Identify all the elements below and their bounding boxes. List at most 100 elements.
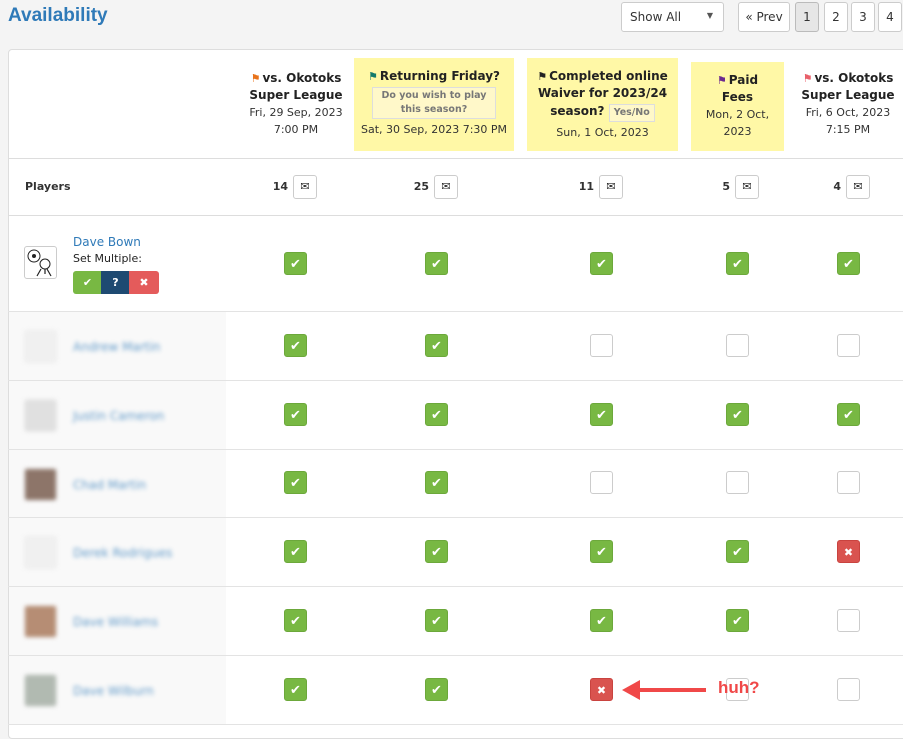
availability-checkbox-empty[interactable] <box>837 333 860 357</box>
event-title-line2: Fees <box>721 90 754 104</box>
avatar <box>24 536 57 569</box>
event-question: Do you wish to play this season? <box>372 87 496 119</box>
check-icon: ✔ <box>431 338 442 354</box>
avatar <box>24 246 57 279</box>
availability-checkbox-yes[interactable]: ✔ <box>425 333 448 357</box>
availability-checkbox-yes[interactable]: ✔ <box>425 252 448 275</box>
avatar <box>24 399 57 432</box>
check-icon: ✔ <box>596 257 607 272</box>
avatar <box>24 330 57 363</box>
player-name-link[interactable]: Justin Cameron <box>73 409 164 423</box>
availability-checkbox-empty[interactable] <box>837 608 860 632</box>
availability-checkbox-yes[interactable]: ✔ <box>726 252 749 275</box>
availability-checkbox-yes[interactable]: ✔ <box>284 402 307 426</box>
player-name-link[interactable]: Dave Wilburn <box>73 684 154 698</box>
player-name-link[interactable]: Chad Martin <box>73 478 146 492</box>
email-button[interactable]: ✉ <box>846 175 870 199</box>
check-icon: ✔ <box>290 257 301 272</box>
event-count: 25 <box>413 180 429 193</box>
availability-checkbox-yes[interactable]: ✔ <box>837 252 860 275</box>
check-icon: ✔ <box>290 613 301 629</box>
page-button-4[interactable]: 4 <box>878 2 902 32</box>
availability-checkbox-yes[interactable]: ✔ <box>425 402 448 426</box>
email-button[interactable]: ✉ <box>599 175 623 199</box>
set-multiple-maybe-button[interactable]: ? <box>101 271 130 294</box>
availability-checkbox-yes[interactable]: ✔ <box>284 539 307 563</box>
availability-checkbox-empty[interactable] <box>590 333 613 357</box>
email-button[interactable]: ✉ <box>293 175 317 199</box>
availability-checkbox-yes[interactable]: ✔ <box>837 402 860 426</box>
event-title: ⚑ Completed online <box>527 68 678 85</box>
filter-selected-value: Show All <box>630 10 682 24</box>
availability-checkbox-no[interactable]: ✖ <box>590 677 613 701</box>
page-button-3[interactable]: 3 <box>851 2 875 32</box>
event-count: 5 <box>722 180 730 193</box>
check-icon: ✔ <box>732 544 743 560</box>
availability-checkbox-yes[interactable]: ✔ <box>284 608 307 632</box>
players-column-header: Players <box>25 180 71 193</box>
close-icon: ✖ <box>843 545 854 559</box>
avatar <box>24 605 57 638</box>
check-icon: ✔ <box>732 407 743 423</box>
flag-icon: ⚑ <box>537 70 548 83</box>
availability-checkbox-empty[interactable] <box>590 471 613 494</box>
event-title-line1: vs. Okotoks <box>262 71 342 85</box>
envelope-icon: ✉ <box>606 180 616 193</box>
event-title-line3: season? Yes/No <box>527 102 678 124</box>
availability-checkbox-empty[interactable] <box>837 677 860 701</box>
availability-checkbox-yes[interactable]: ✔ <box>425 677 448 701</box>
check-icon: ✔ <box>290 544 301 560</box>
player-name-link[interactable]: Derek Rodrigues <box>73 546 172 560</box>
availability-checkbox-yes[interactable]: ✔ <box>284 252 307 275</box>
availability-checkbox-yes[interactable]: ✔ <box>425 539 448 563</box>
check-icon: ✔ <box>290 682 301 698</box>
availability-checkbox-yes[interactable]: ✔ <box>726 608 749 632</box>
flag-icon: ⚑ <box>368 70 378 83</box>
event-count: 4 <box>833 180 841 193</box>
player-name-link[interactable]: Dave Williams <box>73 615 158 629</box>
event-title: ⚑ Returning Friday? <box>354 68 514 85</box>
annotation-arrow <box>638 688 706 692</box>
availability-checkbox-yes[interactable]: ✔ <box>590 539 613 563</box>
availability-checkbox-empty[interactable] <box>726 333 749 357</box>
event-header-3[interactable]: ⚑ Completed online Waiver for 2023/24 seaso… <box>527 58 678 151</box>
flag-icon: ⚑ <box>250 72 261 85</box>
event-time: 2023 <box>723 125 752 138</box>
event-date: Fri, 29 Sep, 2023 <box>249 106 343 119</box>
availability-checkbox-yes[interactable]: ✔ <box>425 608 448 632</box>
page-button-1[interactable]: 1 <box>795 2 819 32</box>
availability-checkbox-empty[interactable] <box>837 471 860 494</box>
event-title-line2: Waiver for 2023/24 <box>537 86 668 100</box>
availability-checkbox-no[interactable]: ✖ <box>837 539 860 563</box>
set-multiple-no-button[interactable]: ✖ <box>129 271 159 294</box>
set-multiple-yes-button[interactable]: ✔ <box>73 271 102 294</box>
availability-checkbox-yes[interactable]: ✔ <box>284 333 307 357</box>
filter-select[interactable]: Show All ▼ <box>621 2 724 32</box>
page-button-2[interactable]: 2 <box>824 2 848 32</box>
check-icon: ✔ <box>431 476 442 491</box>
availability-checkbox-empty[interactable] <box>726 471 749 494</box>
player-name-link[interactable]: Andrew Martin <box>73 340 160 354</box>
player-name-link[interactable]: Dave Bown <box>73 235 141 249</box>
annotation-text: huh? <box>718 678 760 697</box>
availability-checkbox-yes[interactable]: ✔ <box>284 471 307 494</box>
event-title-line1: Completed online <box>549 69 668 83</box>
availability-checkbox-yes[interactable]: ✔ <box>425 471 448 494</box>
availability-checkbox-yes[interactable]: ✔ <box>726 539 749 563</box>
availability-checkbox-yes[interactable]: ✔ <box>726 402 749 426</box>
event-title-line2: Super League <box>801 88 895 102</box>
event-time: 7:00 PM <box>273 123 319 136</box>
email-button[interactable]: ✉ <box>735 175 759 199</box>
event-header-4[interactable]: ⚑ Paid Fees Mon, 2 Oct, 2023 <box>691 62 784 151</box>
availability-checkbox-yes[interactable]: ✔ <box>590 252 613 275</box>
event-tag: Yes/No <box>608 104 655 122</box>
event-header-5[interactable]: ⚑ vs. Okotoks Super League Fri, 6 Oct, 2023… <box>796 60 900 150</box>
event-header-2[interactable]: ⚑ Returning Friday? Do you wish to play th… <box>354 58 514 151</box>
email-button[interactable]: ✉ <box>434 175 458 199</box>
availability-checkbox-yes[interactable]: ✔ <box>590 402 613 426</box>
prev-page-button[interactable]: « Prev <box>738 2 790 32</box>
event-header-1[interactable]: ⚑ vs. Okotoks Super League Fri, 29 Sep, 202… <box>238 60 354 150</box>
availability-checkbox-yes[interactable]: ✔ <box>590 608 613 632</box>
close-icon: ✖ <box>596 683 607 697</box>
availability-checkbox-yes[interactable]: ✔ <box>284 677 307 701</box>
